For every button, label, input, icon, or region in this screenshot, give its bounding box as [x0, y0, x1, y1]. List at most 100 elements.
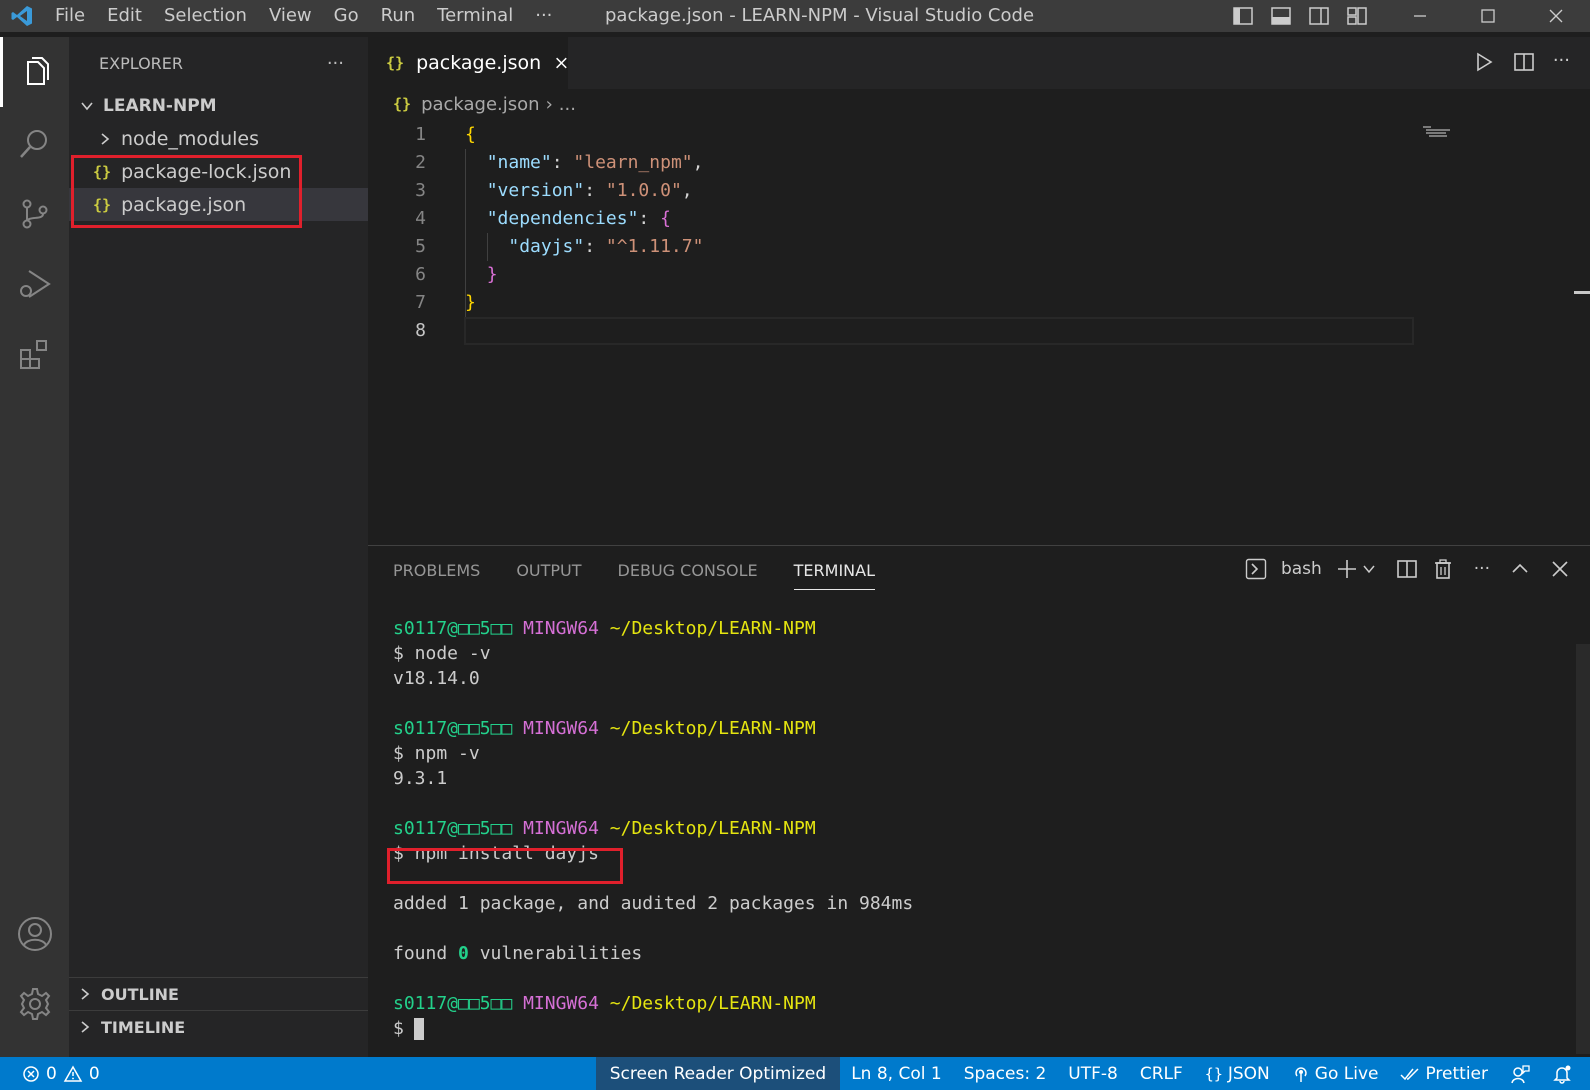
terminal-scrollbar[interactable]: [1576, 644, 1590, 1054]
chevron-right-icon: [75, 987, 95, 1001]
close-window-button[interactable]: [1522, 0, 1590, 32]
run-icon[interactable]: [1473, 51, 1495, 73]
toggle-secondary-sidebar-icon[interactable]: [1308, 5, 1330, 27]
breadcrumb-more[interactable]: ...: [559, 94, 576, 115]
tab-terminal[interactable]: TERMINAL: [793, 546, 876, 596]
current-line-highlight: [464, 317, 1414, 345]
prompt-path: ~/Desktop/LEARN-NPM: [609, 618, 816, 639]
toggle-primary-sidebar-icon[interactable]: [1232, 5, 1254, 27]
timeline-label: TIMELINE: [101, 1017, 186, 1037]
prompt-path: ~/Desktop/LEARN-NPM: [609, 818, 816, 839]
menu-go[interactable]: Go: [323, 0, 370, 32]
panel-more-icon[interactable]: ···: [1474, 559, 1490, 579]
minimap[interactable]: [1423, 125, 1457, 137]
toggle-panel-icon[interactable]: [1270, 5, 1292, 27]
prompt-user: s0117@□□5□□: [393, 818, 513, 839]
customize-layout-icon[interactable]: [1346, 5, 1368, 27]
prettier-status[interactable]: Prettier: [1389, 1057, 1499, 1090]
timeline-section[interactable]: TIMELINE: [69, 1010, 368, 1043]
menu-terminal[interactable]: Terminal: [426, 0, 524, 32]
encoding-status[interactable]: UTF-8: [1057, 1057, 1129, 1090]
split-editor-icon[interactable]: [1513, 51, 1535, 73]
language-label: JSON: [1227, 1063, 1270, 1084]
eol-status[interactable]: CRLF: [1129, 1057, 1194, 1090]
warning-count: 0: [88, 1063, 100, 1084]
problems-status[interactable]: 0 0: [0, 1064, 100, 1084]
bell-icon: [1553, 1065, 1571, 1084]
settings-gear-icon[interactable]: [0, 969, 69, 1039]
tab-package-json[interactable]: {} package.json: [368, 37, 568, 89]
terminal-output[interactable]: s0117@□□5□□ MINGW64 ~/Desktop/LEARN-NPM …: [393, 616, 913, 1041]
line-number: 1: [415, 124, 426, 145]
explorer-more-button[interactable]: ···: [327, 53, 344, 74]
broadcast-icon: [1295, 1066, 1307, 1082]
tree-item-node-modules[interactable]: node_modules: [69, 122, 368, 155]
accounts-icon[interactable]: [0, 899, 69, 969]
minimize-button[interactable]: [1386, 0, 1454, 32]
terminal-shell-label[interactable]: bash: [1281, 559, 1322, 579]
code-token: }: [465, 292, 476, 313]
close-icon[interactable]: [555, 55, 568, 71]
code-view[interactable]: 1{ 2 "name": "learn_npm", 3 "version": "…: [368, 121, 1548, 345]
maximize-panel-chevron-up-icon[interactable]: [1510, 559, 1530, 579]
code-token: "version": [486, 180, 585, 201]
editor-more-icon[interactable]: ···: [1553, 51, 1570, 73]
activity-bar: [0, 37, 69, 1057]
folder-label: LEARN-NPM: [103, 95, 217, 116]
menu-run[interactable]: Run: [370, 0, 427, 32]
tab-problems[interactable]: PROBLEMS: [393, 546, 480, 596]
code-token: "dayjs": [508, 236, 585, 257]
close-panel-icon[interactable]: [1550, 559, 1570, 579]
terminal-icon: [1245, 558, 1267, 580]
line-number: 2: [415, 152, 426, 173]
code-token: "^1.11.7": [605, 236, 704, 257]
chevron-down-icon: [77, 99, 97, 113]
feedback-status[interactable]: [1499, 1057, 1541, 1090]
go-live-label: Go Live: [1314, 1063, 1379, 1084]
extensions-icon[interactable]: [0, 319, 69, 389]
folder-learn-npm[interactable]: LEARN-NPM: [69, 89, 368, 122]
terminal-output-line: v18.14.0: [393, 668, 480, 689]
menu-edit[interactable]: Edit: [96, 0, 153, 32]
menu-more[interactable]: ···: [524, 0, 563, 32]
menu-view[interactable]: View: [258, 0, 323, 32]
indentation-status[interactable]: Spaces: 2: [953, 1057, 1058, 1090]
error-icon: [23, 1065, 39, 1082]
explorer-icon[interactable]: [0, 37, 69, 107]
prompt-user: s0117@□□5□□: [393, 993, 513, 1014]
new-terminal-plus-icon[interactable]: [1336, 558, 1358, 580]
outline-section[interactable]: OUTLINE: [69, 977, 368, 1010]
tab-label: package.json: [416, 52, 542, 74]
tab-debug-console[interactable]: DEBUG CONSOLE: [618, 546, 758, 596]
trash-icon[interactable]: [1432, 558, 1454, 580]
line-number: 3: [415, 180, 426, 201]
code-token: "1.0.0": [605, 180, 682, 201]
run-debug-icon[interactable]: [0, 249, 69, 319]
menu-file[interactable]: File: [44, 0, 96, 32]
breadcrumb-file[interactable]: package.json: [421, 94, 540, 115]
source-control-icon[interactable]: [0, 179, 69, 249]
language-mode-status[interactable]: {} JSON: [1194, 1057, 1281, 1090]
prompt-user: s0117@□□5□□: [393, 618, 513, 639]
maximize-button[interactable]: [1454, 0, 1522, 32]
prompt-path: ~/Desktop/LEARN-NPM: [609, 718, 816, 739]
cursor-position-status[interactable]: Ln 8, Col 1: [840, 1057, 953, 1090]
chevron-down-icon[interactable]: [1362, 562, 1376, 576]
editor-tabs: {} package.json ···: [368, 37, 1590, 89]
overview-ruler-cursor: [1574, 291, 1590, 294]
bottom-panel: PROBLEMS OUTPUT DEBUG CONSOLE TERMINAL b…: [368, 545, 1590, 1057]
error-count: 0: [46, 1063, 57, 1084]
chevron-right-icon: [95, 132, 115, 146]
split-terminal-icon[interactable]: [1396, 558, 1418, 580]
menu-selection[interactable]: Selection: [153, 0, 258, 32]
code-token: {: [465, 124, 476, 145]
screen-reader-status[interactable]: Screen Reader Optimized: [595, 1057, 841, 1090]
line-number: 7: [415, 292, 426, 313]
prompt-env: MINGW64: [523, 818, 599, 839]
prettier-label: Prettier: [1425, 1063, 1488, 1084]
notifications-status[interactable]: [1541, 1057, 1590, 1090]
go-live-status[interactable]: Go Live: [1281, 1057, 1390, 1090]
status-bar: 0 0 Screen Reader Optimized Ln 8, Col 1 …: [0, 1057, 1590, 1090]
tab-output[interactable]: OUTPUT: [516, 546, 581, 596]
search-icon[interactable]: [0, 109, 69, 179]
